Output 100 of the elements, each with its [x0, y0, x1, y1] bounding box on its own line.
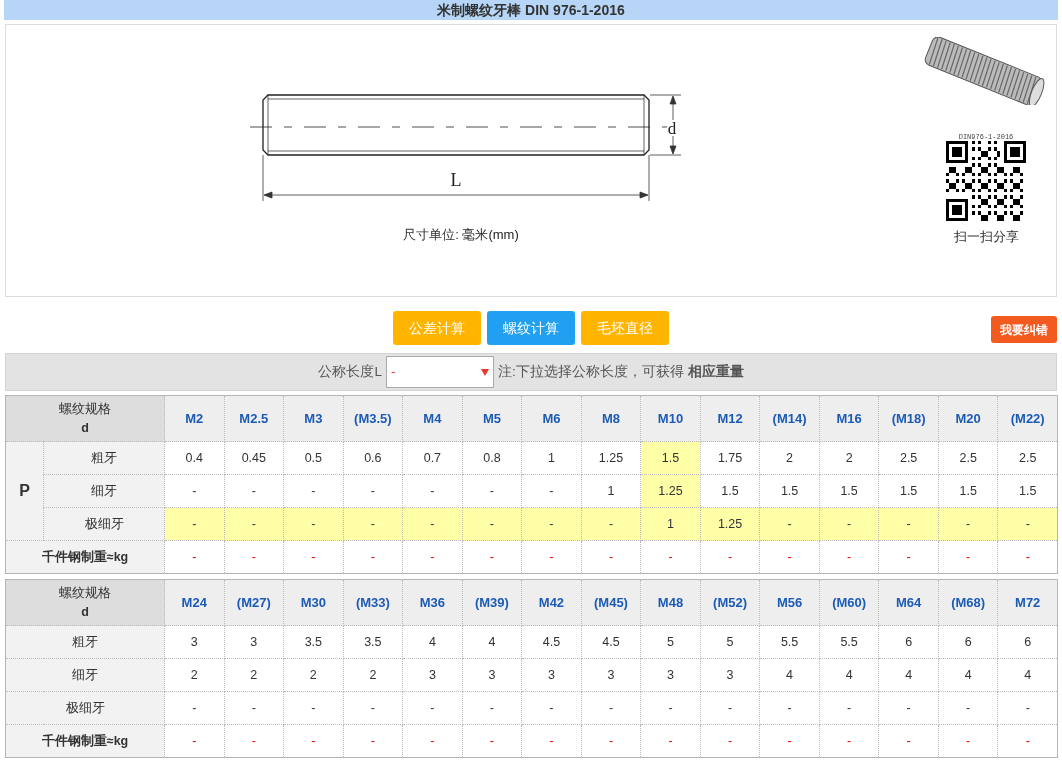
table-cell: 2	[819, 441, 879, 475]
table-cell: -	[343, 691, 403, 725]
calculator-button[interactable]: 毛坯直径	[581, 311, 669, 345]
table-cell: 1.5	[640, 441, 701, 475]
size-header-cell: M24	[164, 579, 225, 626]
table-cell: 6	[878, 625, 939, 659]
table-cell: 1.5	[819, 474, 879, 508]
table-cell: 0.6	[343, 441, 403, 475]
size-header-cell: M2.5	[224, 395, 284, 442]
table-cell: 2.5	[878, 441, 939, 475]
length-label: L	[450, 170, 462, 190]
row-label-cell: 粗牙	[43, 441, 165, 475]
table-cell: 3	[164, 625, 225, 659]
spec-header-cell: 螺纹规格 d	[5, 395, 165, 442]
table-cell: -	[878, 507, 939, 541]
size-header-cell: M10	[640, 395, 701, 442]
spec-header-cell: 螺纹规格 d	[5, 579, 165, 626]
table-cell: 6	[938, 625, 998, 659]
size-header-cell: (M33)	[343, 579, 403, 626]
table-cell: 5.5	[759, 625, 820, 659]
size-header-cell: M8	[581, 395, 641, 442]
table-cell: 3	[700, 658, 760, 692]
table-cell: 0.5	[283, 441, 344, 475]
table-cell: 3	[462, 658, 522, 692]
table-cell: -	[700, 691, 760, 725]
table-cell: -	[343, 474, 403, 508]
table-cell: -	[402, 507, 463, 541]
diameter-dimension-line	[649, 94, 682, 156]
diameter-label: d	[667, 119, 677, 138]
size-header-cell: M48	[640, 579, 701, 626]
table-cell: 1.5	[759, 474, 820, 508]
caret-icon	[481, 368, 489, 376]
table-cell: 3	[581, 658, 641, 692]
table-cell: 1.75	[700, 441, 760, 475]
table-cell: 4	[938, 658, 998, 692]
table-cell: 1.5	[878, 474, 939, 508]
table-cell: 4	[462, 625, 522, 659]
table-cell: 3.5	[283, 625, 344, 659]
table-cell: 1	[521, 441, 582, 475]
page-title: 米制螺纹牙棒 DIN 976-1-2016	[4, 0, 1058, 20]
report-error-button[interactable]: 我要纠错	[991, 316, 1057, 343]
table-cell: 2	[759, 441, 820, 475]
table-cell: 0.4	[164, 441, 225, 475]
row-label-cell: 千件钢制重≈kg	[5, 540, 165, 574]
length-label: 公称长度L	[318, 362, 382, 381]
size-header-cell: M5	[462, 395, 522, 442]
size-header-cell: (M39)	[462, 579, 522, 626]
table-cell: -	[521, 474, 582, 508]
size-header-cell: (M3.5)	[343, 395, 403, 442]
size-header-cell: (M60)	[819, 579, 879, 626]
table-cell: 5	[700, 625, 760, 659]
table-cell: 2	[343, 658, 403, 692]
table-cell: -	[997, 507, 1058, 541]
table-cell: 3	[402, 658, 463, 692]
table-cell: 4	[878, 658, 939, 692]
table-cell: -	[521, 691, 582, 725]
table-cell: 3	[224, 625, 284, 659]
size-header-cell: M16	[819, 395, 879, 442]
table-cell: 3.5	[343, 625, 403, 659]
table-cell: 3	[521, 658, 582, 692]
table-cell: -	[581, 691, 641, 725]
calculator-button[interactable]: 螺纹计算	[487, 311, 575, 345]
size-header-cell: M64	[878, 579, 939, 626]
row-label-cell: 千件钢制重≈kg	[5, 724, 165, 758]
table-cell: 5	[640, 625, 701, 659]
table-cell: 4.5	[521, 625, 582, 659]
table-cell: -	[878, 691, 939, 725]
qr-code-icon	[946, 141, 1026, 221]
table-cell: 0.8	[462, 441, 522, 475]
size-header-cell: M4	[402, 395, 463, 442]
table-cell: 1.5	[938, 474, 998, 508]
table-cell: -	[581, 507, 641, 541]
size-header-cell: M20	[938, 395, 998, 442]
size-header-cell: (M52)	[700, 579, 760, 626]
table-cell: 0.7	[402, 441, 463, 475]
table-cell: -	[224, 507, 284, 541]
table-cell: -	[164, 507, 225, 541]
size-header-cell: M36	[402, 579, 463, 626]
row-label-cell: 细牙	[5, 658, 165, 692]
table-cell: 1.5	[700, 474, 760, 508]
size-header-cell: M30	[283, 579, 344, 626]
row-label-cell: 细牙	[43, 474, 165, 508]
share-caption: 扫一扫分享	[953, 228, 1019, 246]
table-cell: -	[462, 474, 522, 508]
size-header-cell: M3	[283, 395, 344, 442]
table-cell: 1.25	[640, 474, 701, 508]
table-cell: -	[759, 691, 820, 725]
unit-caption: 尺寸单位: 毫米(mm)	[403, 226, 519, 244]
calculator-button[interactable]: 公差计算	[393, 311, 481, 345]
length-note: 注:下拉选择公称长度，可获得 相应重量	[498, 362, 744, 381]
row-label-cell: 极细牙	[5, 691, 165, 725]
table-cell: 2	[164, 658, 225, 692]
row-label-cell: 粗牙	[5, 625, 165, 659]
table-cell: -	[819, 691, 879, 725]
table-cell: -	[283, 474, 344, 508]
size-header-cell: M42	[521, 579, 582, 626]
table-cell: 1.25	[581, 441, 641, 475]
table-cell: -	[759, 507, 820, 541]
length-dropdown[interactable]: -	[386, 356, 494, 388]
table-cell: -	[938, 507, 998, 541]
